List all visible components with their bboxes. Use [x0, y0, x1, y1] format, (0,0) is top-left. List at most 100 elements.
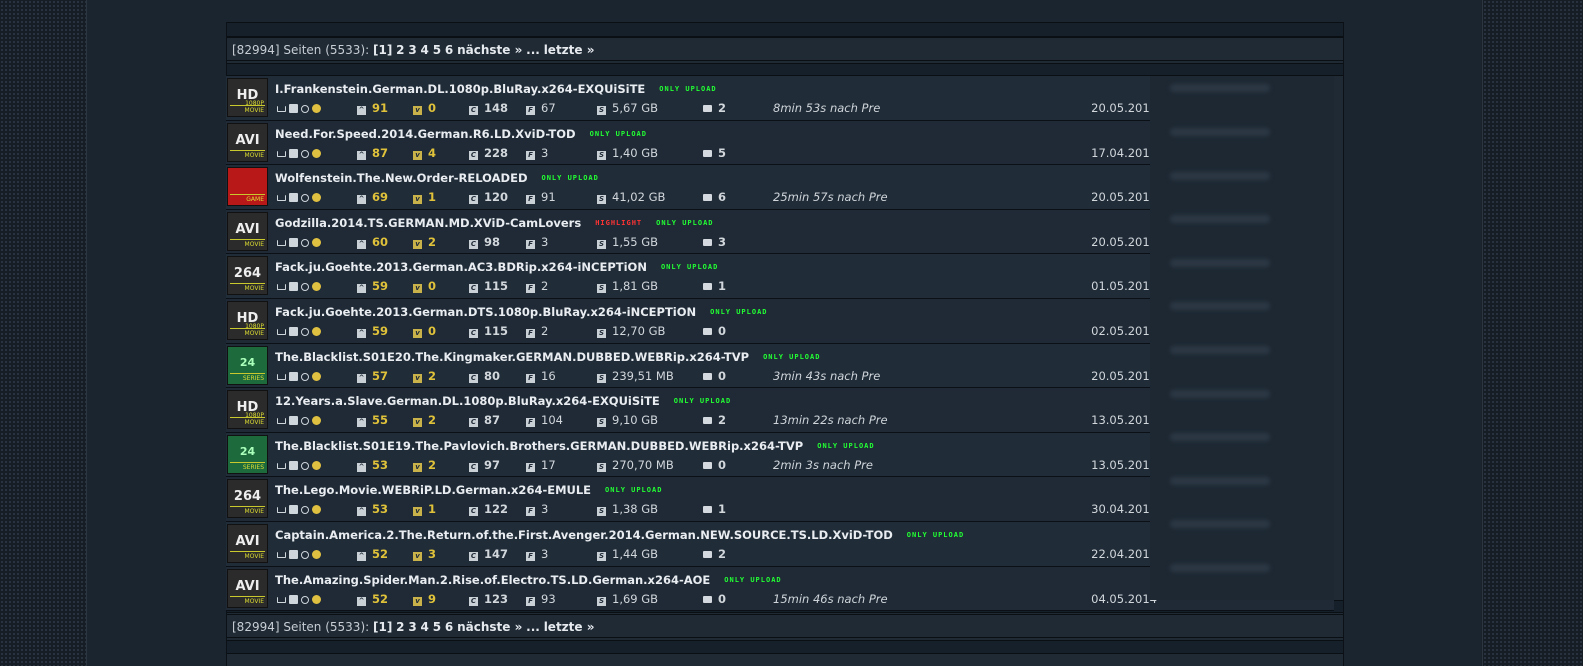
- torrent-title-link[interactable]: Fack.ju.Goehte.2013.German.DTS.1080p.Blu…: [275, 305, 768, 319]
- comments-icon[interactable]: [703, 283, 712, 291]
- info-icon[interactable]: [289, 460, 298, 470]
- page-link-2[interactable]: 2: [396, 620, 404, 634]
- smiley-icon[interactable]: [312, 193, 321, 203]
- comments-icon[interactable]: [703, 550, 712, 558]
- torrent-title[interactable]: The.Lego.Movie.WEBRiP.LD.German.x264-EMU…: [275, 483, 591, 497]
- smiley-icon[interactable]: [312, 460, 321, 470]
- download-icon[interactable]: [277, 373, 286, 380]
- last-page-link[interactable]: letzte »: [544, 43, 595, 57]
- info-icon[interactable]: [289, 282, 298, 292]
- smiley-icon[interactable]: [312, 282, 321, 292]
- comments-icon[interactable]: [703, 506, 712, 514]
- download-icon[interactable]: [277, 284, 286, 291]
- torrent-title[interactable]: Fack.ju.Goehte.2013.German.AC3.BDRip.x26…: [275, 260, 647, 274]
- category-thumbnail[interactable]: HD 1080p movie: [227, 390, 268, 430]
- comments-count[interactable]: 5: [718, 146, 726, 160]
- torrent-title[interactable]: Need.For.Speed.2014.German.R6.LD.XviD-TO…: [275, 127, 576, 141]
- download-icon[interactable]: [277, 150, 286, 157]
- info-icon[interactable]: [289, 104, 298, 113]
- torrent-title[interactable]: 12.Years.a.Slave.German.DL.1080p.BluRay.…: [275, 394, 660, 408]
- category-thumbnail[interactable]: game: [227, 167, 268, 207]
- info-icon[interactable]: [289, 148, 298, 158]
- comments-icon[interactable]: [703, 238, 712, 246]
- download-icon[interactable]: [277, 195, 286, 202]
- torrent-title-link[interactable]: Captain.America.2.The.Return.of.the.Firs…: [275, 528, 964, 542]
- torrent-title-link[interactable]: Fack.ju.Goehte.2013.German.AC3.BDRip.x26…: [275, 260, 718, 274]
- page-link-6[interactable]: 6: [445, 620, 453, 634]
- download-icon[interactable]: [277, 462, 286, 469]
- torrent-title[interactable]: Wolfenstein.The.New.Order-RELOADED: [275, 171, 528, 185]
- comments-icon[interactable]: [703, 417, 712, 425]
- smiley-icon[interactable]: [312, 505, 321, 515]
- comments-count[interactable]: 3: [718, 235, 726, 249]
- torrent-title-link[interactable]: The.Lego.Movie.WEBRiP.LD.German.x264-EMU…: [275, 483, 662, 497]
- smiley-icon[interactable]: [312, 371, 321, 381]
- comments-count[interactable]: 1: [718, 279, 726, 293]
- smiley-icon[interactable]: [312, 416, 321, 426]
- page-link-4[interactable]: 4: [421, 620, 429, 634]
- torrent-title[interactable]: Godzilla.2014.TS.GERMAN.MD.XViD-CamLover…: [275, 216, 581, 230]
- search-icon[interactable]: [301, 283, 309, 292]
- last-page-link[interactable]: letzte »: [544, 620, 595, 634]
- torrent-title-link[interactable]: Need.For.Speed.2014.German.R6.LD.XviD-TO…: [275, 127, 647, 141]
- torrent-title-link[interactable]: 12.Years.a.Slave.German.DL.1080p.BluRay.…: [275, 394, 731, 408]
- category-thumbnail[interactable]: AVI movie: [227, 122, 268, 162]
- torrent-title-link[interactable]: Wolfenstein.The.New.Order-RELOADED ONLY U…: [275, 171, 599, 185]
- torrent-title[interactable]: Captain.America.2.The.Return.of.the.Firs…: [275, 528, 893, 542]
- category-thumbnail[interactable]: 24 series: [227, 345, 268, 385]
- search-icon[interactable]: [301, 372, 309, 381]
- comments-icon[interactable]: [703, 194, 712, 202]
- comments-count[interactable]: 2: [718, 547, 726, 561]
- torrent-title-link[interactable]: The.Blacklist.S01E19.The.Pavlovich.Broth…: [275, 439, 875, 453]
- comments-count[interactable]: 2: [718, 413, 726, 427]
- smiley-icon[interactable]: [312, 148, 321, 158]
- info-icon[interactable]: [289, 193, 298, 203]
- search-icon[interactable]: [301, 595, 309, 604]
- page-link-5[interactable]: 5: [433, 43, 441, 57]
- info-icon[interactable]: [289, 326, 298, 336]
- info-icon[interactable]: [289, 505, 298, 515]
- category-thumbnail[interactable]: AVI movie: [227, 211, 268, 251]
- comments-icon[interactable]: [703, 149, 712, 157]
- download-icon[interactable]: [277, 551, 286, 558]
- search-icon[interactable]: [301, 506, 309, 515]
- search-icon[interactable]: [301, 461, 309, 470]
- page-link-5[interactable]: 5: [433, 620, 441, 634]
- smiley-icon[interactable]: [312, 326, 321, 336]
- next-page-link[interactable]: nächste »: [457, 620, 522, 634]
- category-thumbnail[interactable]: 264 movie: [227, 256, 268, 296]
- torrent-title-link[interactable]: The.Amazing.Spider.Man.2.Rise.of.Electro…: [275, 573, 782, 587]
- download-icon[interactable]: [277, 507, 286, 514]
- torrent-title[interactable]: Fack.ju.Goehte.2013.German.DTS.1080p.Blu…: [275, 305, 696, 319]
- info-icon[interactable]: [289, 416, 298, 426]
- download-icon[interactable]: [277, 239, 286, 246]
- category-thumbnail[interactable]: AVI movie: [227, 568, 268, 608]
- page-link-3[interactable]: 3: [408, 43, 416, 57]
- comments-count[interactable]: 0: [718, 592, 726, 606]
- download-icon[interactable]: [277, 596, 286, 603]
- comments-icon[interactable]: [703, 595, 712, 603]
- torrent-title[interactable]: I.Frankenstein.German.DL.1080p.BluRay.x2…: [275, 82, 645, 96]
- comments-icon[interactable]: [703, 105, 712, 112]
- info-icon[interactable]: [289, 594, 298, 604]
- comments-icon[interactable]: [703, 461, 712, 469]
- search-icon[interactable]: [301, 327, 309, 336]
- search-icon[interactable]: [301, 238, 309, 247]
- download-icon[interactable]: [277, 328, 286, 335]
- smiley-icon[interactable]: [312, 594, 321, 604]
- torrent-title-link[interactable]: I.Frankenstein.German.DL.1080p.BluRay.x2…: [275, 82, 717, 96]
- comments-count[interactable]: 0: [718, 369, 726, 383]
- comments-count[interactable]: 0: [718, 458, 726, 472]
- search-icon[interactable]: [301, 105, 309, 113]
- smiley-icon[interactable]: [312, 104, 321, 113]
- next-page-link[interactable]: nächste »: [457, 43, 522, 57]
- comments-count[interactable]: 1: [718, 502, 726, 516]
- download-icon[interactable]: [277, 106, 286, 112]
- comments-icon[interactable]: [703, 372, 712, 380]
- torrent-title[interactable]: The.Blacklist.S01E20.The.Kingmaker.GERMA…: [275, 350, 749, 364]
- category-thumbnail[interactable]: 24 series: [227, 434, 268, 474]
- search-icon[interactable]: [301, 149, 309, 158]
- torrent-title[interactable]: The.Blacklist.S01E19.The.Pavlovich.Broth…: [275, 439, 803, 453]
- info-icon[interactable]: [289, 237, 298, 247]
- comments-icon[interactable]: [703, 327, 712, 335]
